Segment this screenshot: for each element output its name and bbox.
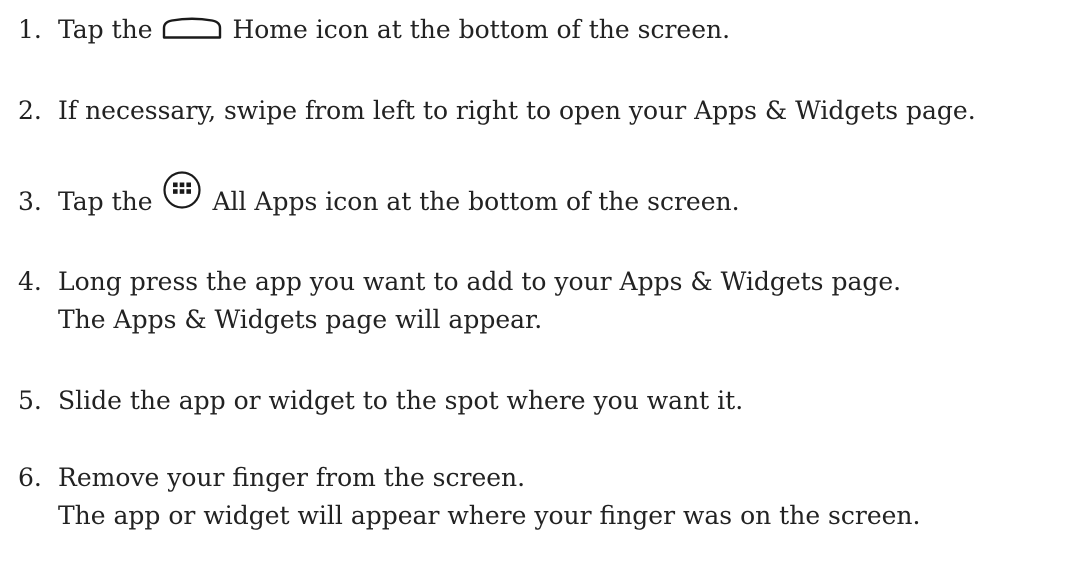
step-text: If necessary, swipe from left to right t… xyxy=(58,96,976,125)
step-text: Long press the app you want to add to yo… xyxy=(58,267,902,296)
step-result: The Apps & Widgets page will appear. xyxy=(58,305,543,334)
step-text: Remove your finger from the screen. xyxy=(58,463,526,492)
step-5: 5. Slide the app or widget to the spot wh… xyxy=(18,382,1072,420)
step-text-after: Home icon at the bottom of the screen. xyxy=(232,15,731,44)
step-2: 2. If necessary, swipe from left to right… xyxy=(18,92,1072,130)
step-number: 3. xyxy=(18,187,42,216)
all-apps-icon xyxy=(163,170,202,209)
step-number: 5. xyxy=(18,386,42,415)
step-text-before: Tap the xyxy=(58,187,153,216)
step-result: The app or widget will appear where your… xyxy=(58,501,921,530)
instruction-steps: 1. Tap the Home icon at the bottom of the… xyxy=(0,0,1072,565)
step-4: 4. Long press the app you want to add to … xyxy=(18,263,1072,339)
home-icon xyxy=(163,17,222,39)
step-number: 4. xyxy=(18,267,42,296)
step-6: 6. Remove your finger from the screen. Th… xyxy=(18,459,1072,535)
step-text-after: All Apps icon at the bottom of the scree… xyxy=(212,187,740,216)
step-text-before: Tap the xyxy=(58,15,153,44)
step-number: 6. xyxy=(18,463,42,492)
step-number: 1. xyxy=(18,15,42,44)
step-number: 2. xyxy=(18,96,42,125)
step-1: 1. Tap the Home icon at the bottom of the… xyxy=(18,11,1072,49)
step-text: Slide the app or widget to the spot wher… xyxy=(58,386,744,415)
step-3: 3. Tap the All Apps icon at the bottom of… xyxy=(18,170,1072,224)
